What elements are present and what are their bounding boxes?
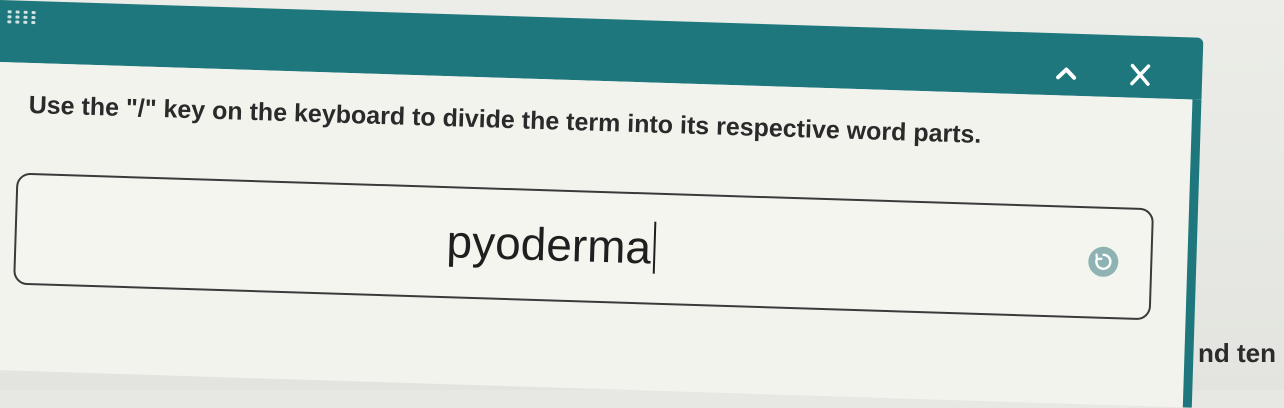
text-cursor bbox=[652, 221, 656, 274]
close-icon bbox=[1130, 63, 1151, 86]
collapse-button[interactable] bbox=[1048, 55, 1085, 92]
chevron-up-icon bbox=[1056, 67, 1077, 80]
answer-text: pyoderma bbox=[445, 215, 652, 274]
loading-spinner-icon bbox=[1087, 246, 1119, 278]
instruction-text: Use the "/" key on the keyboard to divid… bbox=[28, 90, 982, 149]
close-button[interactable] bbox=[1122, 57, 1159, 94]
drag-handle-icon[interactable] bbox=[7, 10, 39, 27]
answer-input-box[interactable]: pyoderma bbox=[13, 172, 1155, 321]
answer-input[interactable]: pyoderma bbox=[446, 214, 656, 275]
word-parts-panel: Use the "/" key on the keyboard to divid… bbox=[0, 0, 1204, 408]
background-text-fragment: nd ten bbox=[1198, 338, 1276, 368]
panel-body: Use the "/" key on the keyboard to divid… bbox=[0, 61, 1202, 408]
